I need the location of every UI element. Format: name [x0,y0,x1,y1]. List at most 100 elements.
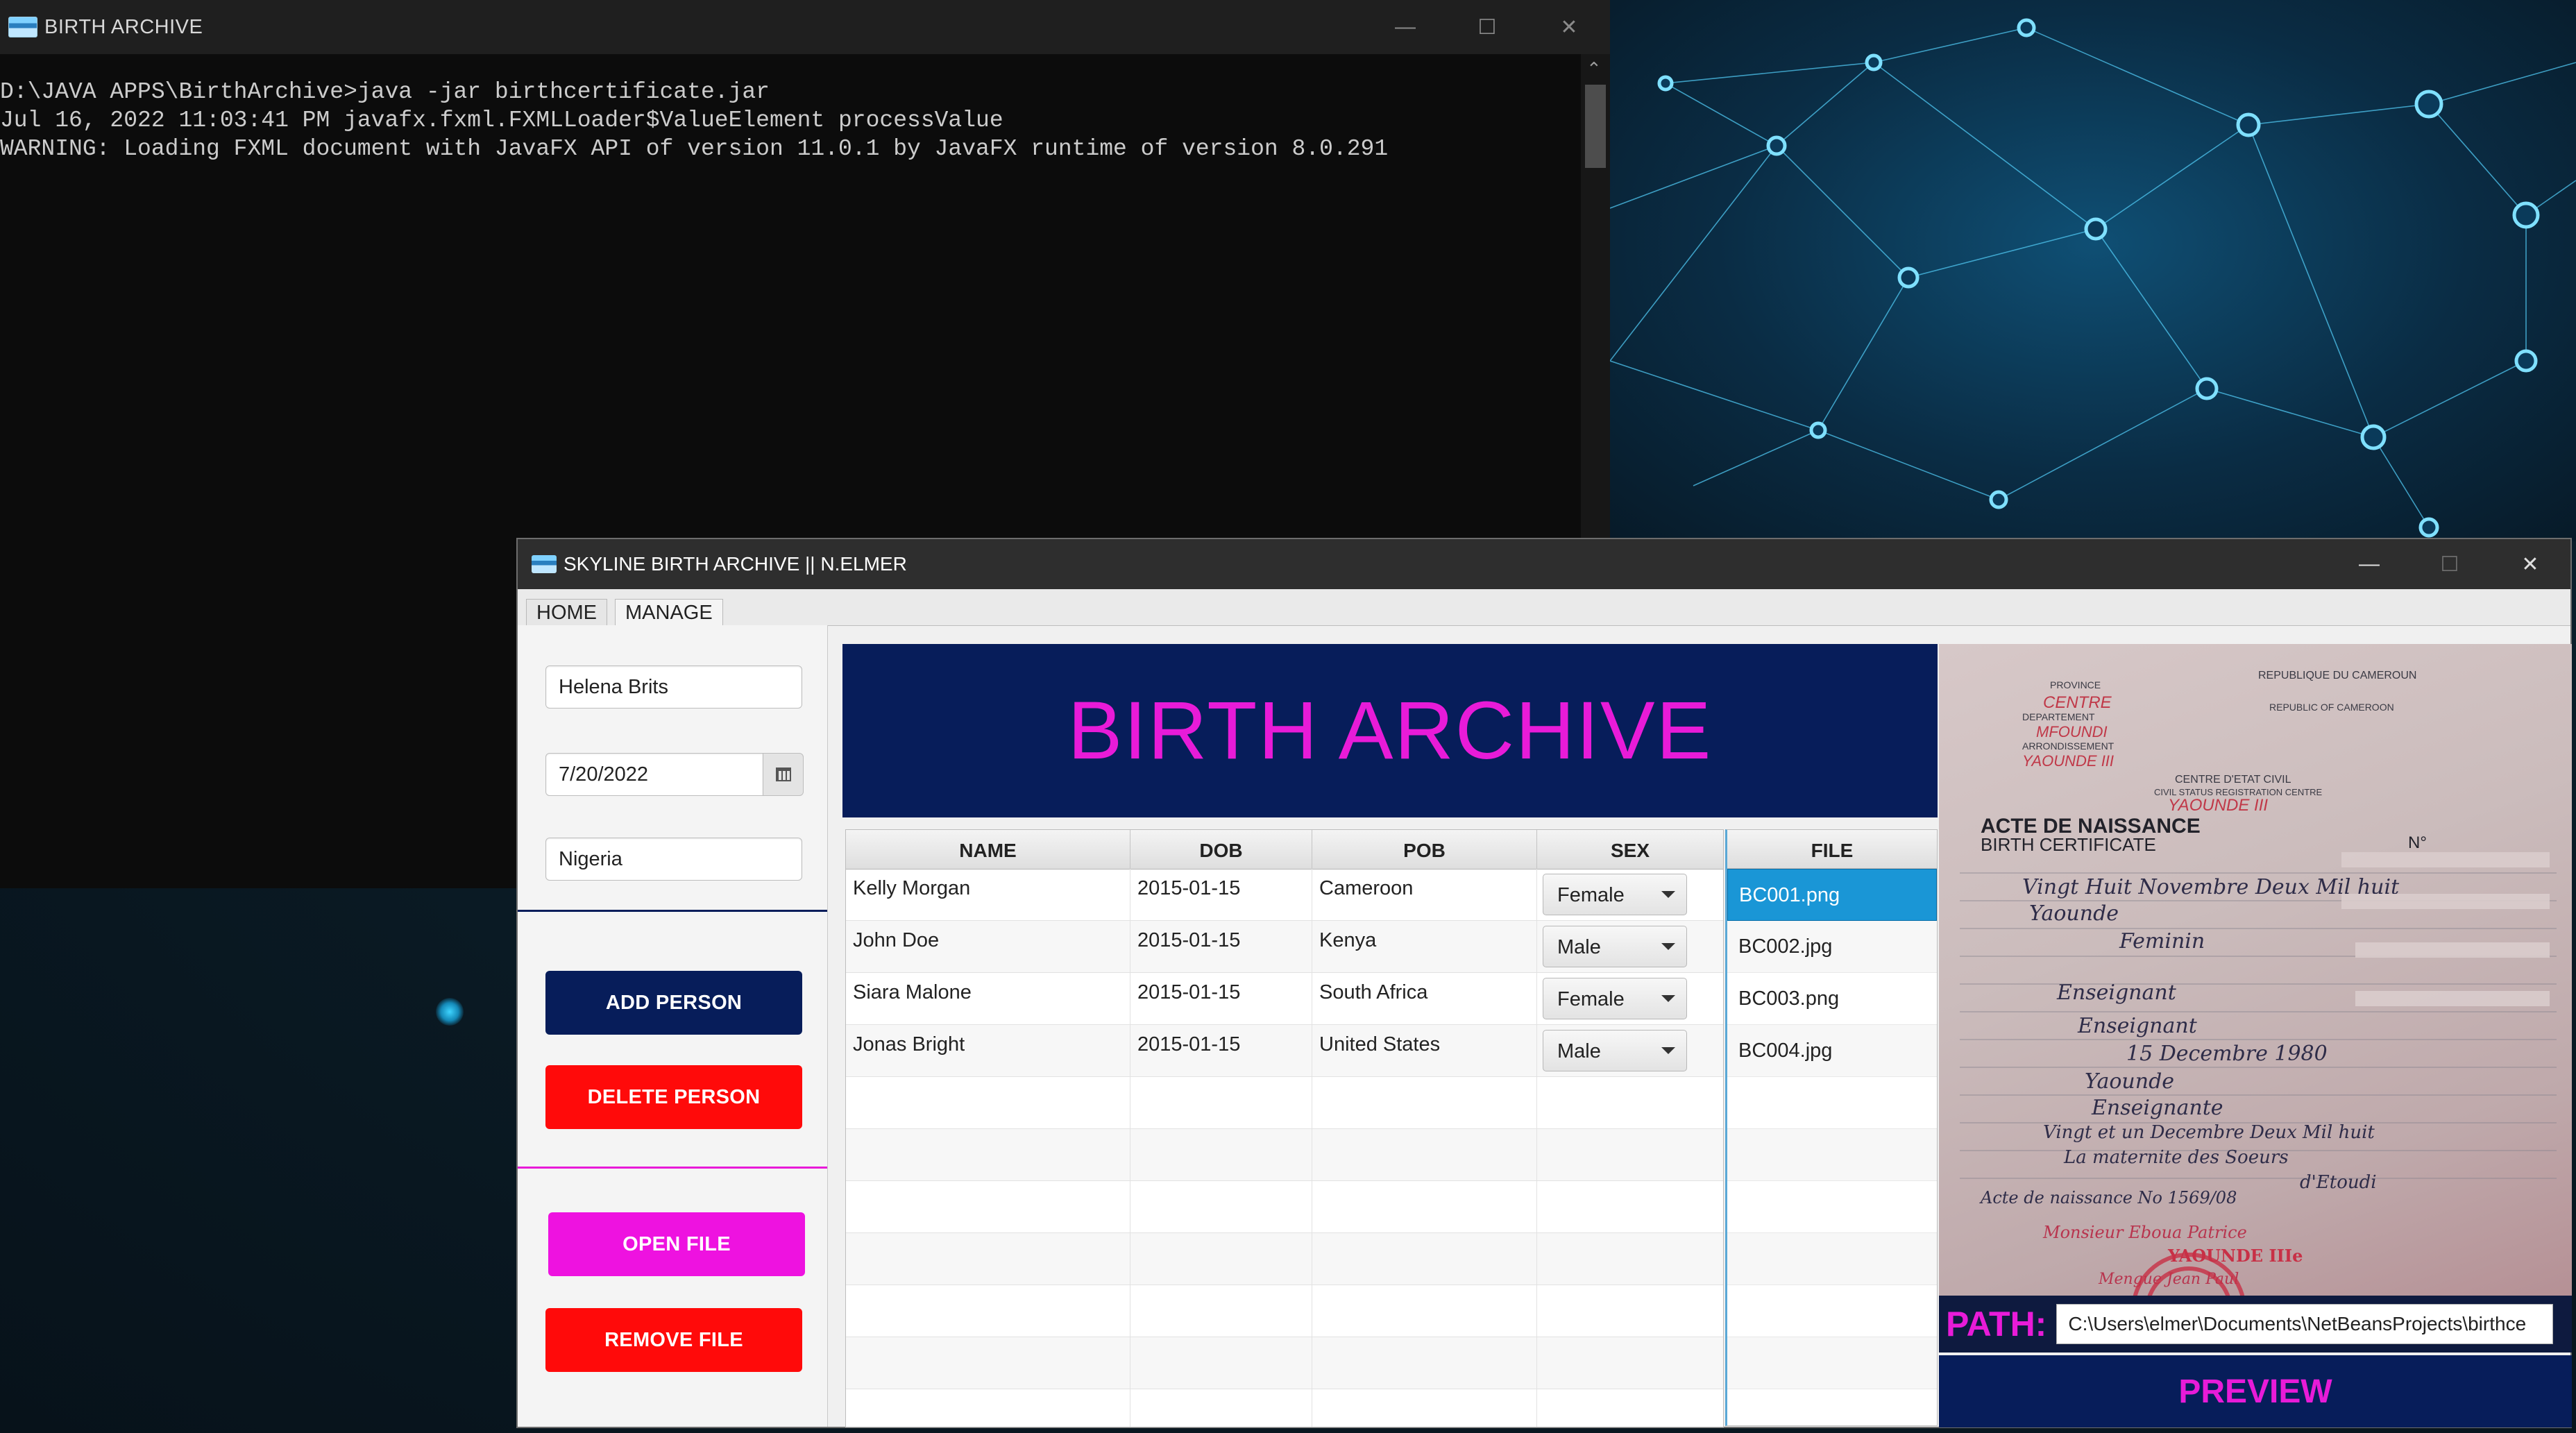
header-banner: BIRTH ARCHIVE [842,644,1938,817]
cell-pob: South Africa [1312,973,1537,1025]
cell-name: Siara Malone [846,973,1130,1025]
empty-file-row [1727,1129,1937,1181]
file-item[interactable]: BC004.jpg [1727,1025,1937,1077]
app-title: SKYLINE BIRTH ARCHIVE || N.ELMER [564,553,907,575]
file-item[interactable]: BC001.png [1727,869,1937,921]
maximize-icon[interactable]: ☐ [1446,0,1528,54]
cert-entry: Acte de naissance No 1569/08 [1979,1188,2237,1207]
cert-entry: La maternite des Soeurs [2063,1147,2289,1168]
dob-input[interactable] [545,753,763,796]
cell-name: John Doe [846,921,1130,973]
cell-pob: Cameroon [1312,869,1537,921]
console-line: D:\JAVA APPS\BirthArchive>java -jar birt… [0,79,770,105]
column-header-file[interactable]: FILE [1727,830,1937,869]
sex-value: Male [1557,936,1601,958]
empty-file-row [1727,1181,1937,1233]
cell-sex: Female [1537,973,1723,1025]
preview-button[interactable]: PREVIEW [1939,1355,2572,1427]
scrollbar-thumb[interactable] [1585,85,1606,168]
table-row[interactable]: Kelly Morgan 2015-01-15 Cameroon Female [846,869,1723,921]
cert-entry: Feminin [2119,929,2205,953]
cert-district-value: YAOUNDE III [2022,752,2114,770]
table-row[interactable]: Jonas Bright 2015-01-15 United States Ma… [846,1025,1723,1077]
cert-number-label: N° [2408,833,2427,852]
file-list[interactable]: FILE BC001.png BC002.jpg BC003.png BC004… [1725,829,1938,1426]
add-person-button[interactable]: ADD PERSON [545,971,802,1035]
desktop-glow-dot [436,998,464,1026]
minimize-icon[interactable]: — [2329,539,2409,589]
person-form-panel: ADD PERSON DELETE PERSON OPEN FILE REMOV… [518,625,828,1427]
sex-dropdown[interactable]: Male [1543,1030,1687,1071]
cell-pob: United States [1312,1025,1537,1077]
maximize-icon: ☐ [2440,552,2459,576]
delete-person-button[interactable]: DELETE PERSON [545,1065,802,1129]
app-icon [532,555,557,573]
sex-dropdown[interactable]: Female [1543,978,1687,1019]
tab-home[interactable]: HOME [526,599,607,626]
cert-signature: Monsieur Eboua Patrice [2042,1223,2247,1242]
empty-row [846,1077,1723,1129]
cert-department-value: MFOUNDI [2036,723,2108,740]
open-file-button[interactable]: OPEN FILE [548,1212,805,1276]
console-output: D:\JAVA APPS\BirthArchive>java -jar birt… [0,78,1388,163]
cert-entry: 15 Decembre 1980 [2126,1042,2328,1066]
close-icon[interactable]: ✕ [1528,0,1610,54]
file-item[interactable]: BC003.png [1727,973,1937,1025]
birth-certificate-photo: PROVINCE CENTRE DEPARTEMENT MFOUNDI ARRO… [1960,670,2557,1307]
console-line: Jul 16, 2022 11:03:41 PM javafx.fxml.FXM… [0,108,1003,133]
file-item[interactable]: BC002.jpg [1727,921,1937,973]
sex-dropdown[interactable]: Male [1543,926,1687,967]
column-header-name[interactable]: NAME [846,830,1130,869]
empty-row [846,1389,1723,1427]
calendar-button[interactable] [763,753,804,796]
cell-dob: 2015-01-15 [1130,1025,1312,1077]
cell-pob: Kenya [1312,921,1537,973]
cell-name: Jonas Bright [846,1025,1130,1077]
app-window-controls: — ☐ ✕ [2329,539,2570,589]
cert-entry: Yaounde [2085,1069,2174,1094]
column-header-dob[interactable]: DOB [1130,830,1312,869]
empty-row [846,1129,1723,1181]
scroll-up-icon[interactable]: ⌃ [1586,58,1602,80]
path-row: PATH: C:\Users\elmer\Documents\NetBeansP… [1939,1296,2572,1353]
empty-row [846,1181,1723,1233]
tab-bar [518,589,2570,626]
console-line: WARNING: Loading FXML document with Java… [0,136,1389,162]
cell-dob: 2015-01-15 [1130,921,1312,973]
name-input[interactable] [545,665,802,709]
navy-divider [518,910,827,912]
cert-province-value: CENTRE [2043,693,2112,712]
path-field[interactable]: C:\Users\elmer\Documents\NetBeansProject… [2056,1304,2554,1344]
place-of-birth-input[interactable] [545,838,802,881]
table-row[interactable]: Siara Malone 2015-01-15 South Africa Fem… [846,973,1723,1025]
cert-republic-en: REPUBLIC OF CAMEROON [2269,702,2394,713]
empty-row [846,1233,1723,1285]
chevron-down-icon [1661,995,1675,1002]
tab-manage[interactable]: MANAGE [615,599,723,626]
certificate-preview-image: PROVINCE CENTRE DEPARTEMENT MFOUNDI ARRO… [1939,644,2572,1307]
cell-sex: Female [1537,869,1723,921]
path-label: PATH: [1946,1305,2047,1343]
app-titlebar[interactable]: SKYLINE BIRTH ARCHIVE || N.ELMER — ☐ ✕ [518,539,2570,589]
cert-district: ARRONDISSEMENT [2022,740,2115,752]
chevron-down-icon [1661,1047,1675,1054]
cert-centre: CENTRE D'ETAT CIVIL [2175,774,2291,786]
date-picker[interactable] [545,753,804,796]
column-header-sex[interactable]: SEX [1537,830,1723,869]
close-icon[interactable]: ✕ [2490,539,2570,589]
minimize-icon[interactable]: — [1364,0,1446,54]
chevron-down-icon [1661,891,1675,898]
cell-sex: Male [1537,921,1723,973]
console-titlebar[interactable]: BIRTH ARCHIVE — ☐ ✕ [0,0,1610,54]
birth-archive-window[interactable]: SKYLINE BIRTH ARCHIVE || N.ELMER — ☐ ✕ H… [516,538,2572,1428]
person-table[interactable]: NAME DOB POB SEX Kelly Morgan 2015-01-15… [845,829,1724,1427]
cert-centre-value: YAOUNDE III [2168,796,2268,815]
cert-entry: Vingt et un Decembre Deux Mil huit [2043,1122,2375,1143]
sex-dropdown[interactable]: Female [1543,874,1687,915]
sex-value: Female [1557,884,1625,906]
table-row[interactable]: John Doe 2015-01-15 Kenya Male [846,921,1723,973]
column-header-pob[interactable]: POB [1312,830,1537,869]
remove-file-button[interactable]: REMOVE FILE [545,1308,802,1372]
cell-sex: Male [1537,1025,1723,1077]
empty-file-row [1727,1337,1937,1389]
